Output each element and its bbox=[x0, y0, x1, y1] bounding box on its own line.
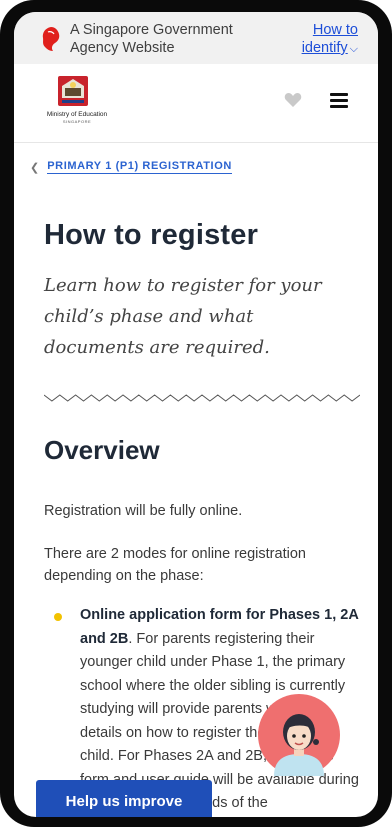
gov-masthead: A Singapore Government Agency Website Ho… bbox=[14, 12, 378, 64]
moe-logo-text: Ministry of Education SINGAPORE bbox=[42, 111, 112, 125]
heart-icon[interactable] bbox=[284, 92, 302, 108]
org-sub: SINGAPORE bbox=[62, 119, 92, 124]
chatbot-avatar-icon[interactable] bbox=[258, 694, 340, 776]
overview-heading: Overview bbox=[44, 435, 160, 465]
org-name: Ministry of Education bbox=[46, 111, 108, 118]
breadcrumb-link[interactable]: PRIMARY 1 (P1) REGISTRATION bbox=[47, 160, 232, 174]
header-divider bbox=[14, 142, 378, 143]
overview-para-1: Registration will be fully online. bbox=[44, 503, 243, 519]
bullet-dot bbox=[54, 613, 62, 621]
page-title: How to register bbox=[44, 219, 259, 251]
how-to-identify-link[interactable]: How to identify ⌵ bbox=[302, 21, 358, 58]
breadcrumb: ❮ PRIMARY 1 (P1) REGISTRATION bbox=[30, 160, 232, 174]
chevron-left-icon: ❮ bbox=[30, 161, 40, 174]
identify-line-1: How to bbox=[312, 22, 358, 38]
phone-frame: A Singapore Government Agency Website Ho… bbox=[0, 0, 392, 827]
masthead-text: A Singapore Government Agency Website bbox=[70, 22, 233, 56]
overview-para-2: There are 2 modes for online registratio… bbox=[44, 546, 306, 584]
chevron-down-icon: ⌵ bbox=[349, 43, 358, 55]
identify-line-2: identify ⌵ bbox=[301, 40, 358, 56]
site-header: Ministry of Education SINGAPORE bbox=[14, 64, 378, 142]
screen: A Singapore Government Agency Website Ho… bbox=[14, 12, 378, 817]
wave-divider bbox=[44, 394, 360, 402]
moe-crest-logo[interactable] bbox=[56, 74, 90, 110]
hamburger-menu-icon[interactable] bbox=[330, 93, 348, 108]
help-us-improve-button[interactable]: Help us improve bbox=[36, 780, 212, 817]
page-lead: Learn how to register for your child’s p… bbox=[44, 275, 322, 358]
lion-head-icon bbox=[42, 27, 60, 51]
